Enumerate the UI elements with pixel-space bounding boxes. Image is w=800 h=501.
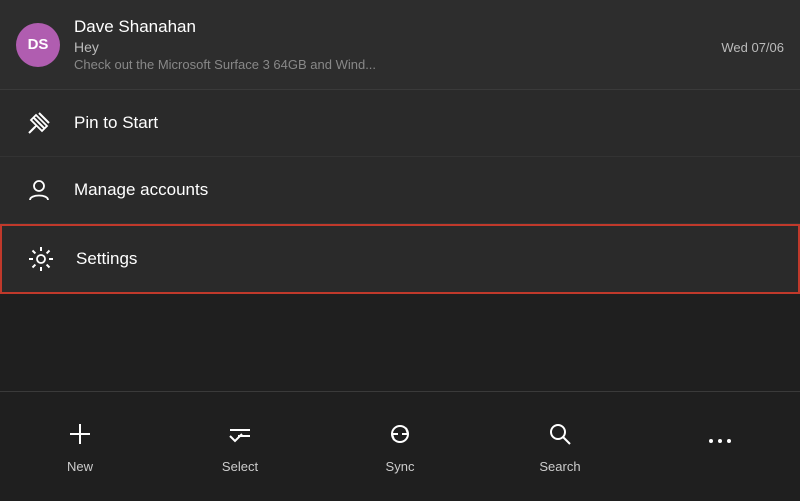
search-icon — [546, 420, 574, 453]
toolbar-label-sync: Sync — [386, 459, 415, 474]
menu-item-manage[interactable]: Manage accounts — [0, 157, 800, 224]
avatar: DS — [16, 23, 60, 67]
more-icon — [706, 427, 734, 460]
bottom-toolbar: New Select Sync — [0, 391, 800, 501]
email-list-item[interactable]: DS Dave Shanahan Hey Wed 07/06 Check out… — [0, 0, 800, 90]
plus-icon — [66, 420, 94, 453]
toolbar-label-search: Search — [539, 459, 580, 474]
settings-icon — [26, 244, 56, 274]
menu-item-settings[interactable]: Settings — [0, 224, 800, 294]
context-menu: Pin to Start Manage accounts Settings — [0, 90, 800, 294]
menu-label-pin: Pin to Start — [74, 113, 158, 133]
toolbar-item-select[interactable]: Select — [160, 410, 320, 484]
email-preview-short: Hey — [74, 39, 99, 55]
toolbar-label-new: New — [67, 459, 93, 474]
menu-item-pin[interactable]: Pin to Start — [0, 90, 800, 157]
email-sender: Dave Shanahan — [74, 17, 784, 37]
toolbar-item-search[interactable]: Search — [480, 410, 640, 484]
sync-icon — [386, 420, 414, 453]
email-body-preview: Check out the Microsoft Surface 3 64GB a… — [74, 57, 784, 72]
menu-label-manage: Manage accounts — [74, 180, 208, 200]
toolbar-item-more[interactable] — [640, 417, 800, 476]
menu-label-settings: Settings — [76, 249, 137, 269]
toolbar-item-sync[interactable]: Sync — [320, 410, 480, 484]
select-icon — [226, 420, 254, 453]
email-date: Wed 07/06 — [721, 40, 784, 55]
toolbar-label-select: Select — [222, 459, 258, 474]
person-icon — [24, 175, 54, 205]
toolbar-item-new[interactable]: New — [0, 410, 160, 484]
email-content: Dave Shanahan Hey Wed 07/06 Check out th… — [74, 17, 784, 72]
pin-icon — [24, 108, 54, 138]
